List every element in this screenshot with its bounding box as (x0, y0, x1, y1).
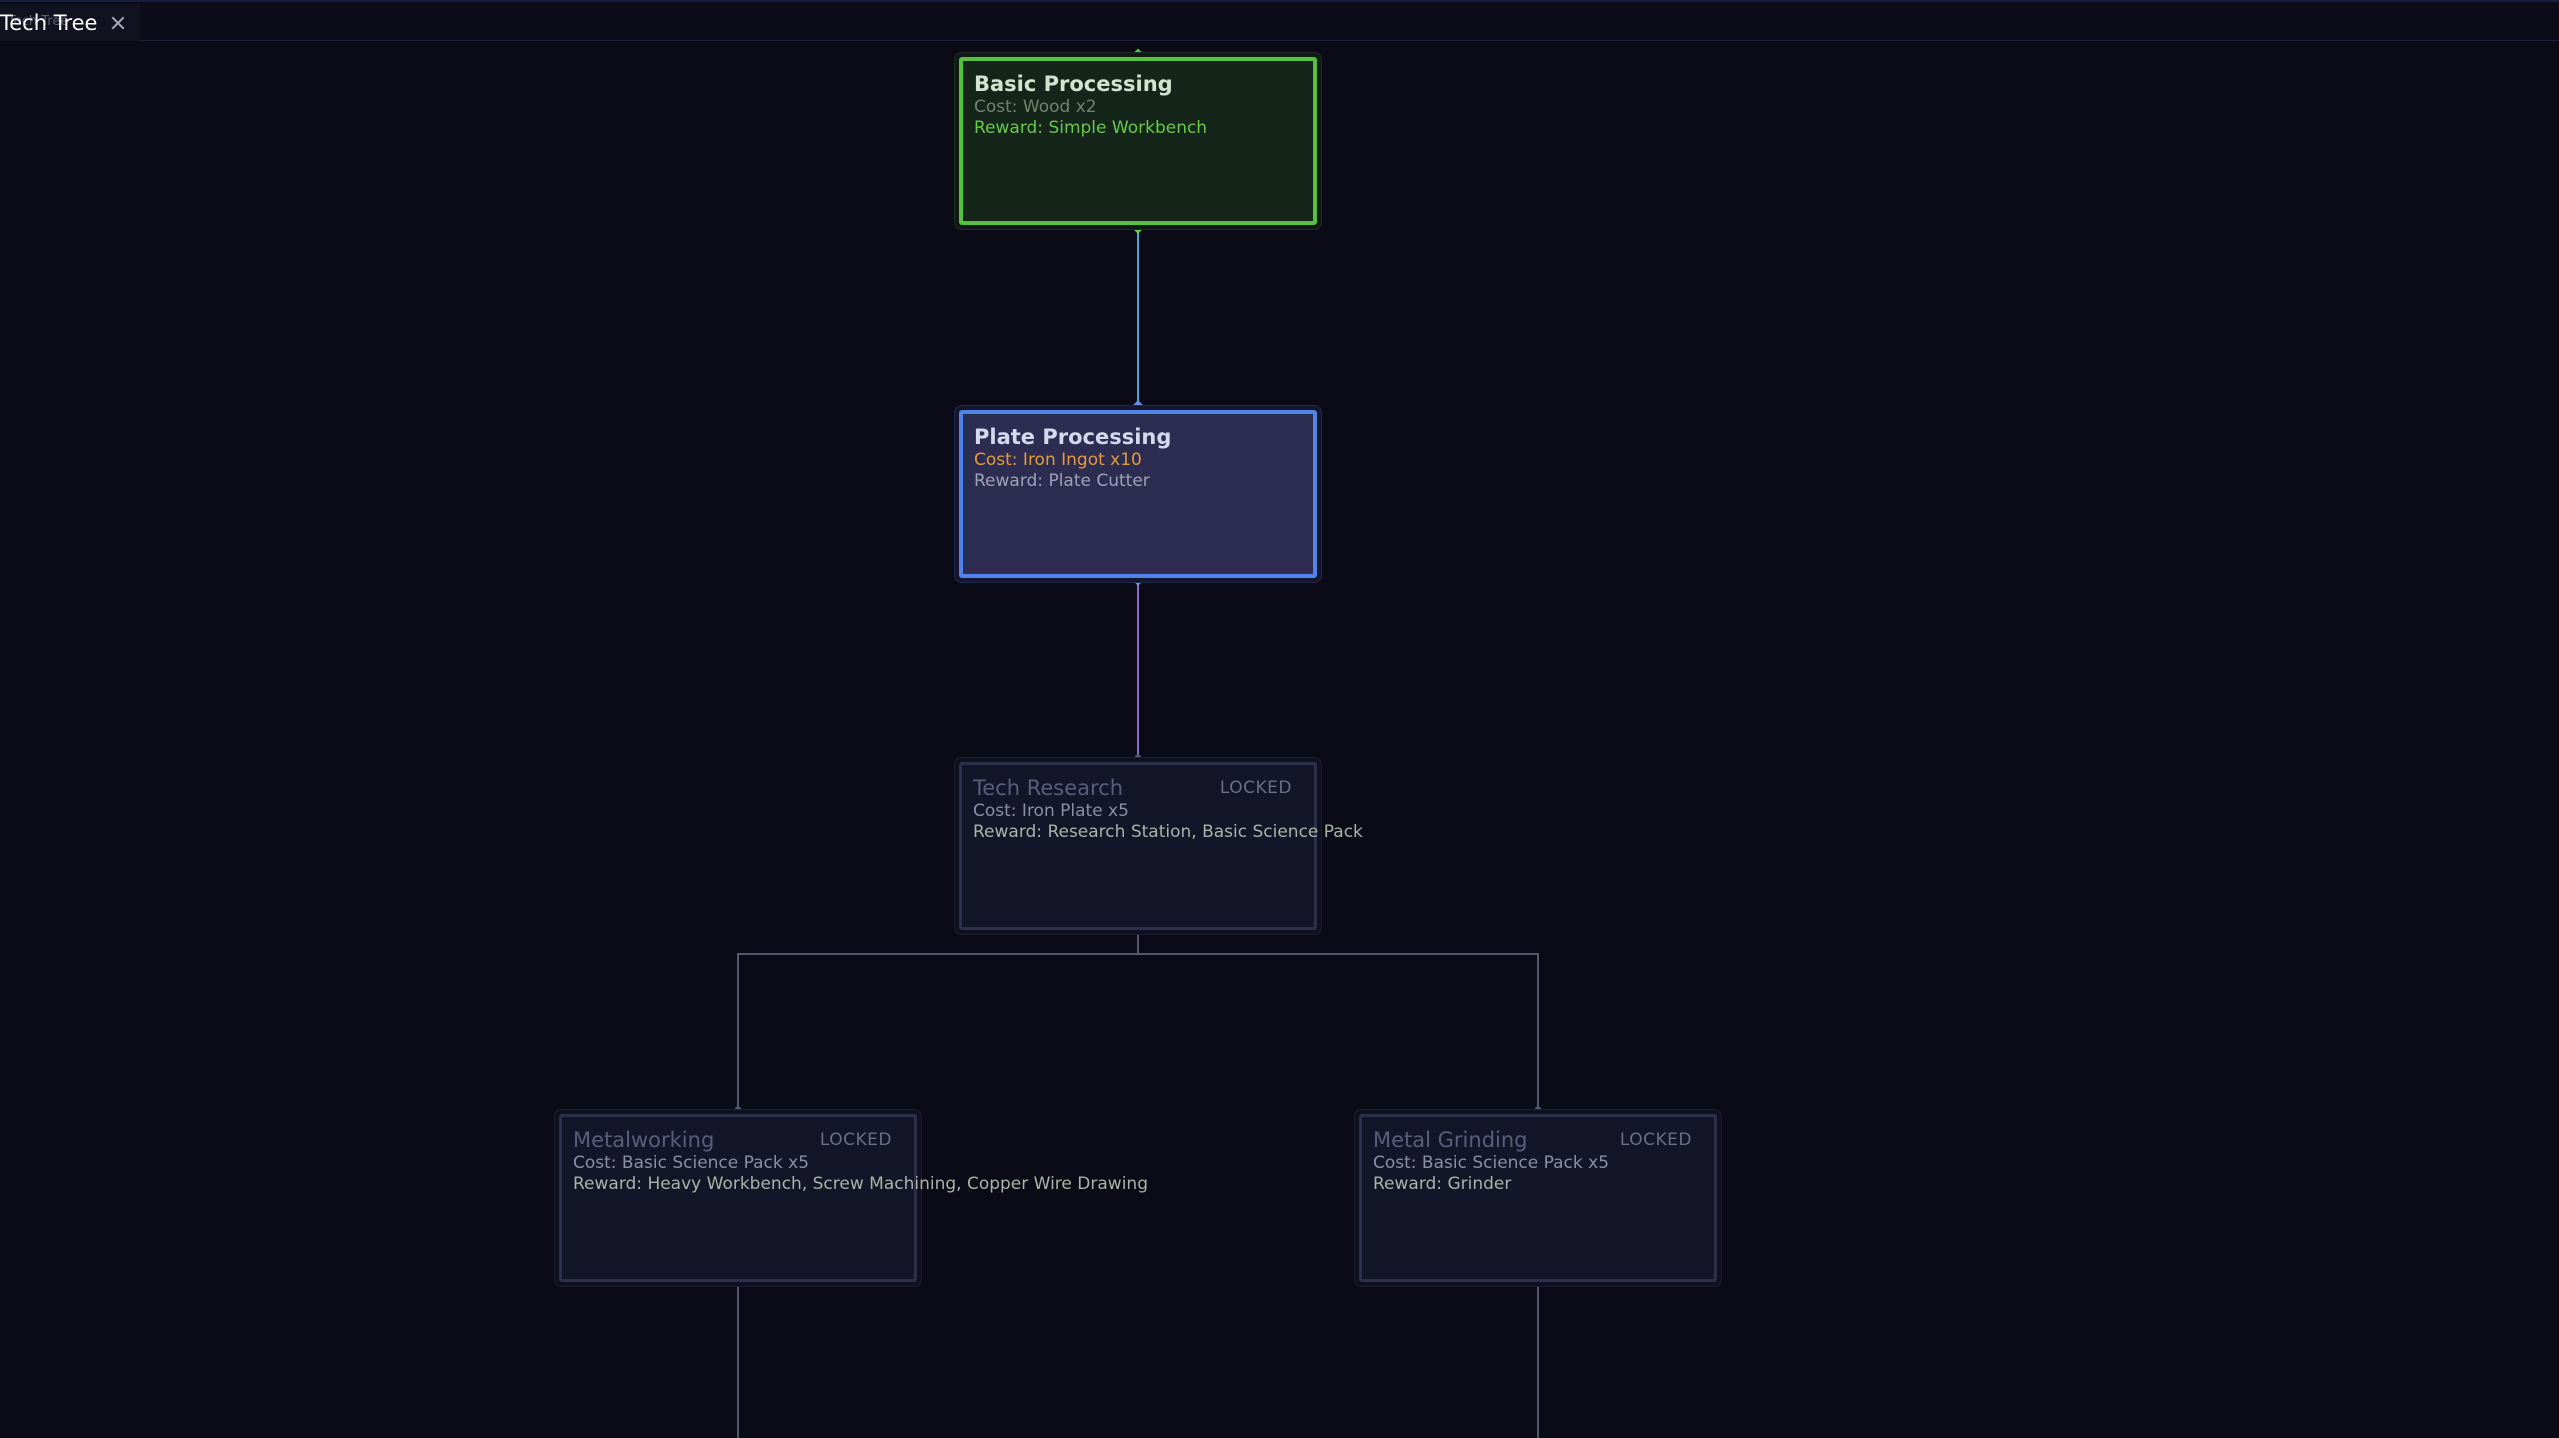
node-title: Basic Processing (974, 72, 1173, 96)
node-reward: Reward: Grinder (1373, 1174, 1512, 1194)
node-cost: Cost: Iron Ingot x10 (974, 450, 1142, 470)
tech-node-basic-processing[interactable]: Basic Processing Cost: Wood x2 Reward: S… (959, 57, 1317, 225)
node-cost: Cost: Wood x2 (974, 97, 1097, 117)
node-reward: Reward: Heavy Workbench, Screw Machining… (573, 1174, 1148, 1194)
node-reward: Reward: Plate Cutter (974, 471, 1150, 491)
locked-badge: LOCKED (819, 1130, 892, 1150)
tech-node-tech-research[interactable]: Tech Research LOCKED Cost: Iron Plate x5… (959, 762, 1363, 930)
node-title: Plate Processing (974, 425, 1172, 449)
node-cost: Cost: Basic Science Pack x5 (573, 1153, 810, 1173)
locked-badge: LOCKED (1219, 778, 1292, 798)
edge-tech-to-branches (737, 926, 1139, 1114)
node-cost: Cost: Basic Science Pack x5 (1373, 1153, 1610, 1173)
node-reward: Reward: Research Station, Basic Science … (973, 822, 1363, 842)
tech-node-metal-grinding[interactable]: Metal Grinding LOCKED Cost: Basic Scienc… (1359, 1114, 1717, 1282)
tech-node-plate-processing[interactable]: Plate Processing Cost: Iron Ingot x10 Re… (959, 410, 1317, 578)
locked-badge: LOCKED (1619, 1130, 1692, 1150)
tech-node-metalworking[interactable]: Metalworking LOCKED Cost: Basic Science … (559, 1114, 1148, 1282)
edge-tech-to-grinding (1138, 953, 1539, 1114)
node-reward: Reward: Simple Workbench (974, 118, 1208, 138)
node-cost: Cost: Iron Plate x5 (973, 801, 1129, 821)
